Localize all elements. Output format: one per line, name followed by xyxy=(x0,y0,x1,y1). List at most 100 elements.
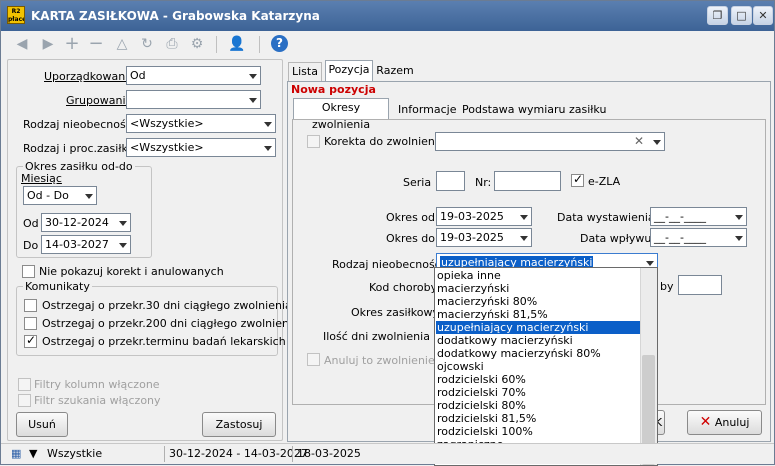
no-corrections-checkbox[interactable] xyxy=(22,265,35,278)
pct-type-combo[interactable]: <Wszystkie> xyxy=(126,138,276,157)
chevron-down-icon xyxy=(264,146,272,151)
benefit-period-label: Okres zasiłkowy xyxy=(351,306,439,319)
to-date-combo[interactable]: 14-03-2027 xyxy=(41,235,131,254)
warn200-label: Ostrzegaj o przekr.200 dni ciągłego zwol… xyxy=(42,317,299,330)
inflow-date-combo[interactable]: __-__-____ xyxy=(650,228,747,247)
tab-razem[interactable]: Razem xyxy=(375,62,415,81)
chevron-down-icon xyxy=(249,74,257,79)
dropdown-item[interactable]: macierzyński 80% xyxy=(436,295,640,308)
dropdown-item[interactable]: opieka inne xyxy=(436,269,640,282)
restore-icon[interactable]: ❐ xyxy=(707,6,728,25)
grid-icon[interactable]: ▦ xyxy=(11,447,21,460)
warn-exam-checkbox[interactable]: ✓ xyxy=(24,333,37,348)
order-label: Uporządkowanie xyxy=(44,70,136,83)
dropdown-item[interactable]: rodzicielski 70% xyxy=(436,386,640,399)
dropdown-item[interactable]: macierzyński xyxy=(436,282,640,295)
subtab-periods[interactable]: Okresy zwolnienia xyxy=(293,98,389,131)
warn200-checkbox[interactable] xyxy=(24,317,37,330)
warn30-checkbox[interactable] xyxy=(24,299,37,312)
filter-icon[interactable]: ▼ xyxy=(29,447,37,460)
hidden-field-input[interactable] xyxy=(678,275,722,295)
chevron-down-icon xyxy=(735,236,743,241)
dropdown-item[interactable]: rodzicielski 100% xyxy=(436,425,640,438)
warn-exam-label: Ostrzegaj o przekr.terminu badań lekarsk… xyxy=(42,335,286,348)
absence-type-label: Rodzaj nieobecności xyxy=(23,118,135,131)
correction-checkbox[interactable] xyxy=(307,135,320,148)
remove-icon[interactable]: − xyxy=(87,35,105,53)
filter-search-checkbox[interactable] xyxy=(18,394,31,407)
period-from-value: 19-03-2025 xyxy=(440,210,504,223)
main-window: R2 płace KARTA ZASIŁKOWA - Grabowska Kat… xyxy=(0,0,775,466)
nr-input[interactable] xyxy=(494,171,561,191)
previous-icon[interactable]: ▶ xyxy=(39,35,57,53)
order-combo[interactable]: Od xyxy=(126,66,261,85)
messages-group-title: Komunikaty xyxy=(23,280,92,293)
chevron-down-icon xyxy=(646,261,654,266)
delete-button[interactable]: Usuń xyxy=(16,412,68,437)
hidden-field-label: by xyxy=(660,280,674,293)
settings-icon[interactable]: ⚙ xyxy=(188,35,206,53)
subtab-basis[interactable]: Podstawa wymiaru zasiłku xyxy=(462,103,606,116)
issue-date-combo[interactable]: __-__-____ xyxy=(650,207,747,226)
refresh-icon[interactable]: ↻ xyxy=(138,35,156,53)
maximize-icon[interactable]: □ xyxy=(731,6,752,25)
apply-button[interactable]: Zastosuj xyxy=(202,412,276,437)
order-value: Od xyxy=(130,69,146,82)
pct-type-label: Rodzaj i proc.zasiłku xyxy=(23,142,135,155)
add-user-icon[interactable]: 👤 xyxy=(228,35,246,53)
cancel-checkbox[interactable] xyxy=(307,353,320,366)
dropdown-item[interactable]: rodzicielski 60% xyxy=(436,373,640,386)
disease-code-label: Kod choroby xyxy=(369,281,438,294)
close-icon[interactable]: ✕ xyxy=(753,6,773,25)
cancel-button-label: Anuluj xyxy=(714,416,750,429)
dropdown-item[interactable]: dodatkowy macierzyński xyxy=(436,334,640,347)
correction-combo[interactable]: ✕ xyxy=(435,132,665,151)
tab-lista[interactable]: Lista xyxy=(288,62,322,81)
period-from-label: Okres od xyxy=(386,211,436,224)
month-combo[interactable]: Od - Do xyxy=(23,186,97,205)
period-to-label: Okres do xyxy=(386,232,436,245)
edit-icon[interactable]: △ xyxy=(113,35,131,53)
ezla-label: e-ZLA xyxy=(588,175,621,188)
subtab-info[interactable]: Informacje xyxy=(398,103,456,116)
dropdown-item[interactable]: uzupełniający macierzyński xyxy=(436,321,640,334)
group-combo[interactable] xyxy=(126,90,261,109)
period-to-combo[interactable]: 19-03-2025 xyxy=(436,228,532,247)
absence-type-combo[interactable]: <Wszystkie> xyxy=(126,114,276,133)
checkmark-icon: ✓ xyxy=(573,172,584,186)
issue-date-value: __-__-____ xyxy=(654,210,706,223)
print-icon[interactable]: ⎙ xyxy=(163,35,181,53)
clear-icon[interactable]: ✕ xyxy=(634,134,644,148)
absence-label: Rodzaj nieobecności xyxy=(332,258,444,271)
dropdown-item[interactable]: macierzyński 81,5% xyxy=(436,308,640,321)
dropdown-item[interactable]: ojcowski xyxy=(436,360,640,373)
tab-pozycja[interactable]: Pozycja xyxy=(325,60,373,81)
absence-type-dropdown-list[interactable]: opieka inne macierzyński macierzyński 80% m… xyxy=(434,267,658,466)
dropdown-item[interactable]: rodzicielski 80% xyxy=(436,399,640,412)
window-title: KARTA ZASIŁKOWA - Grabowska Katarzyna xyxy=(31,9,320,23)
status-range: 30-12-2024 - 14-03-2027 xyxy=(169,447,308,460)
filter-cols-checkbox[interactable] xyxy=(18,378,31,391)
status-divider xyxy=(164,446,165,462)
period-to-value: 19-03-2025 xyxy=(440,231,504,244)
to-label: Do xyxy=(23,239,39,252)
first-icon[interactable]: ◀ xyxy=(13,35,31,53)
dropdown-item[interactable]: dodatkowy macierzyński 80% xyxy=(436,347,640,360)
help-icon[interactable]: ? xyxy=(271,35,288,52)
period-from-combo[interactable]: 19-03-2025 xyxy=(436,207,532,226)
new-position-title: Nowa pozycja xyxy=(291,83,376,96)
ezla-checkbox[interactable]: ✓ xyxy=(571,172,584,187)
add-icon[interactable]: + xyxy=(63,35,81,53)
series-input[interactable] xyxy=(436,171,465,191)
cancel-label: Anuluj to zwolnienie xyxy=(324,354,435,367)
to-date-value: 14-03-2027 xyxy=(45,238,109,251)
no-corrections-label: Nie pokazuj korekt i anulowanych xyxy=(39,265,224,278)
from-date-combo[interactable]: 30-12-2024 xyxy=(41,213,131,232)
series-label: Seria xyxy=(403,176,432,189)
from-date-value: 30-12-2024 xyxy=(45,216,109,229)
issue-date-label: Data wystawienia xyxy=(557,211,655,224)
messages-group: Komunikaty Ostrzegaj o przekr.30 dni cią… xyxy=(16,280,299,356)
dropdown-scrollbar[interactable] xyxy=(640,268,657,465)
dropdown-item[interactable]: rodzicielski 81,5% xyxy=(436,412,640,425)
cancel-button[interactable]: ✕ Anuluj xyxy=(687,410,762,435)
